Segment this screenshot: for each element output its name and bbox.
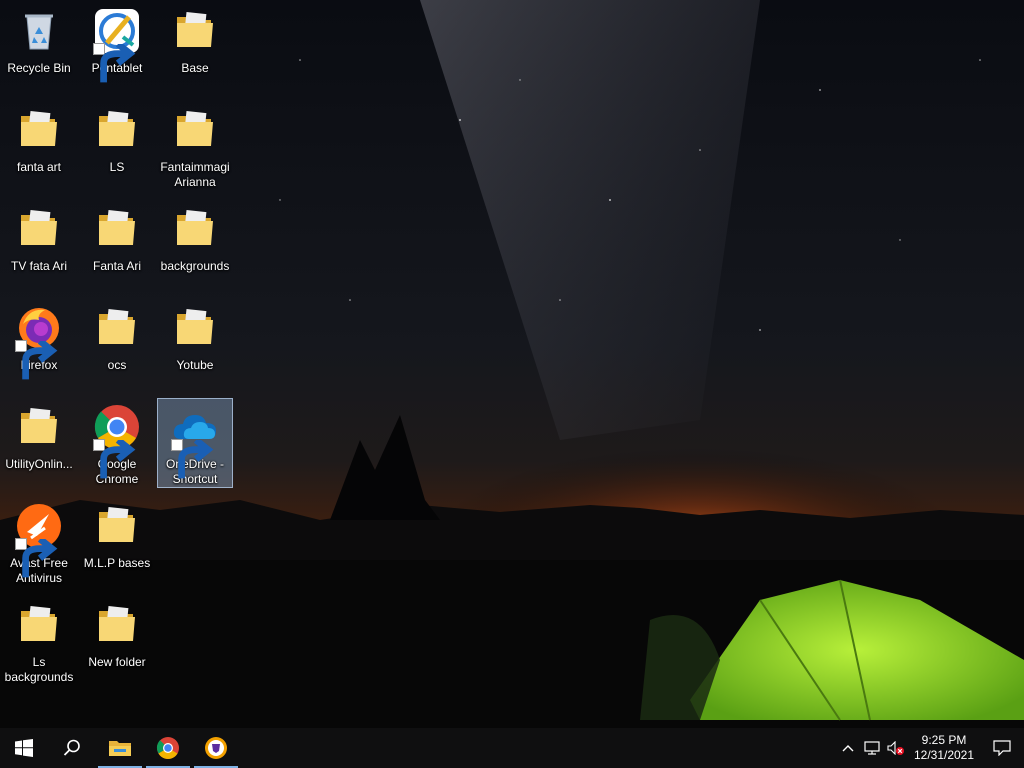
desktop-icon-fanta-art[interactable]: fanta art — [1, 101, 77, 191]
taskbar: 9:25 PM 12/31/2021 — [0, 728, 1024, 768]
desktop-icon-yotube[interactable]: Yotube — [157, 299, 233, 389]
desktop-icon-tv-fata-ari[interactable]: TV fata Ari — [1, 200, 77, 290]
taskbar-chrome[interactable] — [144, 728, 192, 768]
desktop-icon-google-chrome[interactable]: Google Chrome — [79, 398, 155, 488]
desktop-icon-mlp-bases[interactable]: M.L.P bases — [79, 497, 155, 587]
brave-icon — [205, 737, 227, 759]
folder-icon — [93, 601, 141, 649]
desktop-icon-label: M.L.P bases — [83, 556, 151, 570]
desktop-icon-label: Fanta Ari — [92, 259, 142, 273]
chevron-up-icon — [842, 745, 854, 752]
chrome-icon — [156, 737, 179, 759]
folder-icon — [15, 403, 63, 451]
system-tray: 9:25 PM 12/31/2021 — [836, 728, 1024, 768]
shortcut-arrow-icon — [15, 538, 58, 578]
desktop-icon-label: backgrounds — [160, 259, 230, 273]
recycle-bin-icon — [15, 7, 63, 55]
desktop-icon-base[interactable]: Base — [157, 2, 233, 92]
volume-muted-icon — [887, 741, 904, 755]
desktop-icon-backgrounds[interactable]: backgrounds — [157, 200, 233, 290]
folder-icon — [93, 205, 141, 253]
desktop-icon-label: New folder — [88, 655, 146, 669]
folder-icon — [93, 106, 141, 154]
desktop[interactable]: Recycle Bin Pentablet Base fanta art LS Fanta… — [0, 0, 1024, 728]
desktop-icon-label: Fantaimmagi Arianna — [160, 160, 230, 189]
folder-icon — [171, 106, 219, 154]
clock-date: 12/31/2021 — [913, 748, 975, 762]
avast-icon — [15, 502, 63, 578]
shortcut-arrow-icon — [171, 439, 214, 479]
folder-icon — [171, 7, 219, 55]
volume-button[interactable] — [884, 728, 908, 768]
desktop-icon-label: Recycle Bin — [7, 61, 71, 75]
desktop-icon-label: Ls backgrounds — [4, 655, 74, 684]
shortcut-arrow-icon — [93, 43, 136, 83]
taskbar-file-explorer[interactable] — [96, 728, 144, 768]
desktop-icon-label: ocs — [107, 358, 127, 372]
taskbar-brave[interactable] — [192, 728, 240, 768]
chrome-icon — [93, 403, 141, 479]
clock-button[interactable]: 9:25 PM 12/31/2021 — [908, 733, 980, 763]
network-button[interactable] — [860, 728, 884, 768]
folder-icon — [15, 601, 63, 649]
shortcut-arrow-icon — [93, 439, 136, 479]
desktop-icon-label: fanta art — [16, 160, 62, 174]
desktop-icon-utilityonline[interactable]: UtilityOnlin... — [1, 398, 77, 488]
network-icon — [864, 741, 880, 755]
desktop-icon-avast[interactable]: Avast Free Antivirus — [1, 497, 77, 587]
desktop-icon-label: Yotube — [176, 358, 214, 372]
folder-icon — [171, 205, 219, 253]
file-explorer-icon — [109, 741, 131, 756]
desktop-icon-pentablet[interactable]: Pentablet — [79, 2, 155, 92]
onedrive-icon — [171, 403, 219, 479]
desktop-icon-label: LS — [109, 160, 125, 174]
show-hidden-icons-button[interactable] — [836, 728, 860, 768]
desktop-icon-recycle-bin[interactable]: Recycle Bin — [1, 2, 77, 92]
search-icon — [63, 739, 80, 756]
clock-time: 9:25 PM — [921, 733, 967, 747]
desktop-icon-fantaimmagi-arianna[interactable]: Fantaimmagi Arianna — [157, 101, 233, 191]
start-button[interactable] — [0, 728, 48, 768]
shortcut-arrow-icon — [15, 340, 58, 380]
desktop-icon-label: UtilityOnlin... — [5, 457, 73, 471]
desktop-icon-label: Base — [181, 61, 209, 75]
folder-icon — [15, 205, 63, 253]
folder-icon — [93, 304, 141, 352]
folder-icon — [171, 304, 219, 352]
folder-icon — [93, 502, 141, 550]
start-icon — [15, 739, 33, 757]
action-center-button[interactable] — [980, 728, 1024, 768]
desktop-icon-new-folder[interactable]: New folder — [79, 596, 155, 686]
desktop-icon-ls[interactable]: LS — [79, 101, 155, 191]
action-center-icon — [993, 740, 1011, 756]
desktop-icon-ocs[interactable]: ocs — [79, 299, 155, 389]
desktop-icon-firefox[interactable]: Firefox — [1, 299, 77, 389]
desktop-icon-onedrive-shortcut[interactable]: OneDrive - Shortcut — [157, 398, 233, 488]
desktop-icon-label: TV fata Ari — [10, 259, 68, 273]
desktop-icon-fanta-ari[interactable]: Fanta Ari — [79, 200, 155, 290]
pentablet-icon — [93, 7, 141, 83]
desktop-icon-ls-backgrounds[interactable]: Ls backgrounds — [1, 596, 77, 686]
firefox-icon — [15, 304, 63, 380]
search-button[interactable] — [48, 728, 96, 768]
folder-icon — [15, 106, 63, 154]
